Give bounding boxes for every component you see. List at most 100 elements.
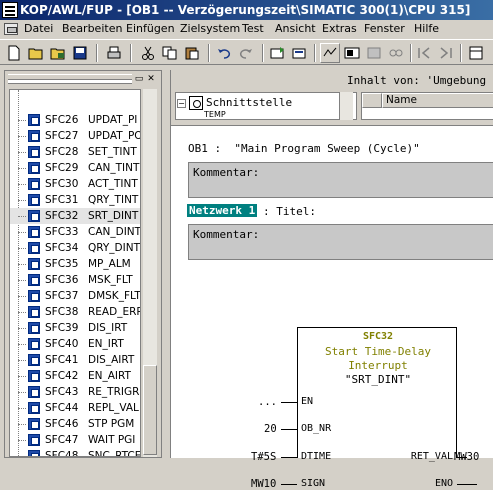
menu-fenster[interactable]: Fenster	[364, 20, 405, 38]
tree-item-sfc47[interactable]: SFC47 WAIT PGI	[10, 432, 140, 448]
tree-item-sfc27[interactable]: SFC27 UPDAT_PO	[10, 128, 140, 144]
menu-hilfe[interactable]: Hilfe	[414, 20, 439, 38]
open-icon[interactable]	[26, 43, 46, 63]
undo-icon[interactable]	[214, 43, 234, 63]
function-block-icon	[28, 130, 40, 142]
network-comment[interactable]: Kommentar:	[188, 224, 493, 260]
menu-ansicht[interactable]: Ansicht	[275, 20, 316, 38]
block-tree: SFC26 UPDAT_PI SFC27 UPDAT_PO SFC28 SET_TINT S…	[9, 89, 141, 457]
tree-scrollbar[interactable]	[143, 89, 157, 457]
tree-item-sfc30[interactable]: SFC30 ACT_TINT	[10, 176, 140, 192]
new-icon[interactable]	[4, 43, 24, 63]
tree-item-desc: READ_ERR	[88, 306, 141, 318]
pin-ob-nr: OB_NR	[301, 423, 332, 434]
function-block-icon	[28, 402, 40, 414]
tree-item-name: SFC33	[45, 226, 79, 238]
tree-item-sfc38[interactable]: SFC38 READ_ERR	[10, 304, 141, 320]
block-description-2: Interrupt	[348, 359, 408, 372]
tree-item-name: SFC38	[45, 306, 79, 318]
tree-item-desc: MSK_FLT	[88, 274, 133, 286]
online-offline-icon[interactable]	[290, 43, 310, 63]
expand-toggle[interactable]: −	[177, 99, 186, 108]
tree-item-desc: EN_IRT	[88, 338, 124, 350]
sign-operand[interactable]: MW10	[251, 478, 276, 490]
tree-item-sfc34[interactable]: SFC34 QRY_DINT	[10, 240, 140, 256]
tree-item-name: SFC28	[45, 146, 79, 158]
redo-icon[interactable]	[236, 43, 256, 63]
stl-icon[interactable]	[386, 43, 406, 63]
block-symbol: "SRT_DINT"	[344, 373, 412, 386]
download-icon[interactable]	[268, 43, 288, 63]
function-block-icon	[28, 450, 40, 456]
tree-item-sfc37[interactable]: SFC37 DMSK_FLT	[10, 288, 140, 304]
block-comment[interactable]: Kommentar:	[188, 162, 493, 198]
tree-item-sfc39[interactable]: SFC39 DIS_IRT	[10, 320, 140, 336]
tree-item-sfc42[interactable]: SFC42 EN_AIRT	[10, 368, 140, 384]
tree-item-sfc26[interactable]: SFC26 UPDAT_PI	[10, 112, 140, 128]
document-system-icon[interactable]	[4, 23, 18, 35]
tree-item-sfc41[interactable]: SFC41 DIS_AIRT	[10, 352, 140, 368]
en-operand[interactable]: ...	[258, 396, 277, 408]
tree-item-sfc31[interactable]: SFC31 QRY_TINT	[10, 192, 140, 208]
tree-item-sfc29[interactable]: SFC29 CAN_TINT	[10, 160, 140, 176]
tree-item-sfc32[interactable]: SFC32 SRT_DINT	[10, 208, 140, 224]
save-icon[interactable]	[70, 43, 90, 63]
cut-icon[interactable]	[138, 43, 158, 63]
next-icon[interactable]	[436, 43, 456, 63]
panel-grip[interactable]	[8, 74, 132, 80]
menu-extras[interactable]: Extras	[322, 20, 357, 38]
fbd-icon[interactable]	[364, 43, 384, 63]
panel-float-button[interactable]: ▭	[134, 74, 144, 84]
tree-item-sfc44[interactable]: SFC44 REPL_VAL	[10, 400, 140, 416]
sfc32-block[interactable]: SFC32 Start Time-Delay Interrupt "SRT_DI…	[297, 327, 457, 489]
prev-icon[interactable]	[414, 43, 434, 63]
tree-item-desc: DIS_AIRT	[88, 354, 135, 366]
network-label[interactable]: Netzwerk 1	[187, 204, 258, 217]
open-online-icon[interactable]	[48, 43, 68, 63]
panel-close-button[interactable]: ✕	[146, 74, 156, 84]
tree-item-sfc40[interactable]: SFC40 EN_IRT	[10, 336, 140, 352]
temp-label[interactable]: TEMP	[204, 110, 244, 120]
menu-bearbeiten[interactable]: Bearbeiten	[62, 20, 122, 38]
menu-zielsystem[interactable]: Zielsystem	[180, 20, 240, 38]
tree-item-sfc36[interactable]: SFC36 MSK_FLT	[10, 272, 140, 288]
tree-item-sfc33[interactable]: SFC33 CAN_DINT	[10, 224, 140, 240]
ret-val-operand[interactable]: MW30	[454, 451, 479, 463]
dtime-operand[interactable]: T#5S	[251, 451, 276, 463]
scroll-thumb[interactable]	[143, 365, 157, 455]
info-strip: Inhalt von: 'Umgebung	[171, 70, 493, 90]
function-block-icon	[28, 146, 40, 158]
tree-item-desc: WAIT PGI	[88, 434, 136, 446]
program-editor[interactable]: OB1 : "Main Program Sweep (Cycle)" Komme…	[171, 126, 493, 490]
window-title: KOP/AWL/FUP - [OB1 -- Verzögerungszeit\S…	[20, 3, 471, 17]
menu-test[interactable]: Test	[242, 20, 264, 38]
tree-item-sfc35[interactable]: SFC35 MP_ALM	[10, 256, 140, 272]
menu-datei[interactable]: Datei	[24, 20, 53, 38]
function-block-icon	[28, 242, 40, 254]
interface-label[interactable]: Schnittstelle	[206, 96, 292, 109]
tree-item-desc: SNC_RTCE	[88, 450, 141, 457]
function-block-icon	[28, 162, 40, 174]
panel-header: ▭ ✕	[5, 71, 161, 87]
tree-item-sfc43[interactable]: SFC43 RE_TRIGR	[10, 384, 140, 400]
paste-icon[interactable]	[182, 43, 202, 63]
function-block-icon	[28, 434, 40, 446]
copy-icon[interactable]	[160, 43, 180, 63]
tree-item-sfc48[interactable]: SFC48 SNC_RTCE	[10, 448, 141, 457]
function-block-icon[interactable]	[466, 43, 486, 63]
tree-item-name: SFC42	[45, 370, 79, 382]
print-icon[interactable]	[104, 43, 124, 63]
tree-item-name: SFC36	[45, 274, 79, 286]
function-block-icon	[28, 226, 40, 238]
ob-nr-operand[interactable]: 20	[264, 423, 277, 435]
pin-dtime: DTIME	[301, 451, 332, 462]
monitor-icon[interactable]	[320, 43, 340, 63]
menu-einfuegen[interactable]: Einfügen	[126, 20, 175, 38]
pin-sign: SIGN	[301, 478, 326, 489]
tree-item-sfc46[interactable]: SFC46 STP PGM	[10, 416, 140, 432]
breakpoint-icon[interactable]	[342, 43, 362, 63]
app-icon[interactable]	[2, 2, 18, 18]
tree-item-sfc28[interactable]: SFC28 SET_TINT	[10, 144, 140, 160]
interface-scrollbar[interactable]	[339, 92, 353, 120]
name-column-header[interactable]: Name	[382, 93, 493, 108]
